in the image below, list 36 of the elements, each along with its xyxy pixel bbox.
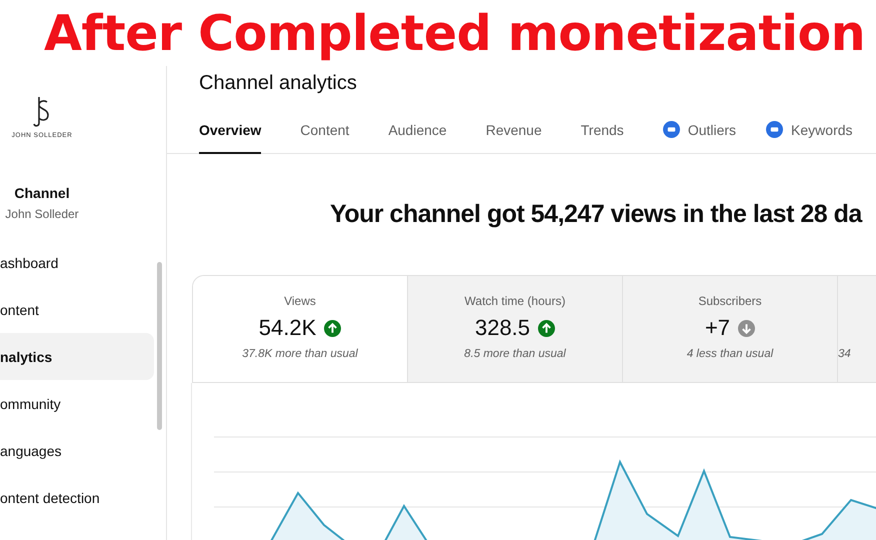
logo-icon <box>32 96 52 128</box>
page-title: Channel analytics <box>199 72 358 95</box>
metric-card[interactable]: 34 <box>838 276 876 382</box>
sidebar-item[interactable]: ashboard <box>0 239 154 286</box>
metric-value: +7 <box>704 315 730 341</box>
metric-note: 4 less than usual <box>686 348 774 360</box>
metric-label: Watch time (hours) <box>464 294 566 308</box>
metric-note: 8.5 more than usual <box>464 348 566 360</box>
metric-label: Subscribers <box>698 294 762 308</box>
extension-icon <box>766 121 784 138</box>
metric-value: 54.2K <box>258 315 316 341</box>
sidebar-item[interactable]: ommunity <box>0 380 154 427</box>
sidebar-item[interactable]: nalytics <box>0 333 154 380</box>
metric-card[interactable]: Watch time (hours) 328.5 8.5 more than usual <box>408 276 623 382</box>
tab[interactable]: Revenue <box>486 121 542 154</box>
metric-note: 37.8K more than usual <box>242 348 358 360</box>
tab[interactable]: Content <box>300 121 350 154</box>
channel-label: Channel <box>14 185 70 201</box>
metric-value: 328.5 <box>474 315 530 341</box>
metric-card[interactable]: Subscribers +7 4 less than usual <box>623 276 838 382</box>
scrollbar-thumb[interactable] <box>157 262 162 430</box>
extension-icon <box>662 121 680 138</box>
tab[interactable]: Outliers <box>662 121 736 154</box>
sidebar-item[interactable]: ontent detection <box>0 474 154 521</box>
metric-note: 34 <box>838 348 851 360</box>
tab[interactable]: Audience <box>388 121 447 154</box>
tab[interactable]: Trends <box>580 121 624 154</box>
tab[interactable]: Keywords <box>766 121 853 154</box>
sidebar-item[interactable]: ontent <box>0 286 154 333</box>
banner-title: After Completed monetization <box>44 4 866 62</box>
metric-card[interactable]: Views 54.2K 37.8K more than usual <box>193 276 408 382</box>
metric-label: Views <box>284 294 316 308</box>
headline: Your channel got 54,247 views in the last 28 da <box>330 200 864 229</box>
sidebar-item[interactable]: anguages <box>0 427 154 474</box>
channel-name: John Solleder <box>5 207 79 221</box>
tab[interactable]: Overview <box>199 121 262 154</box>
